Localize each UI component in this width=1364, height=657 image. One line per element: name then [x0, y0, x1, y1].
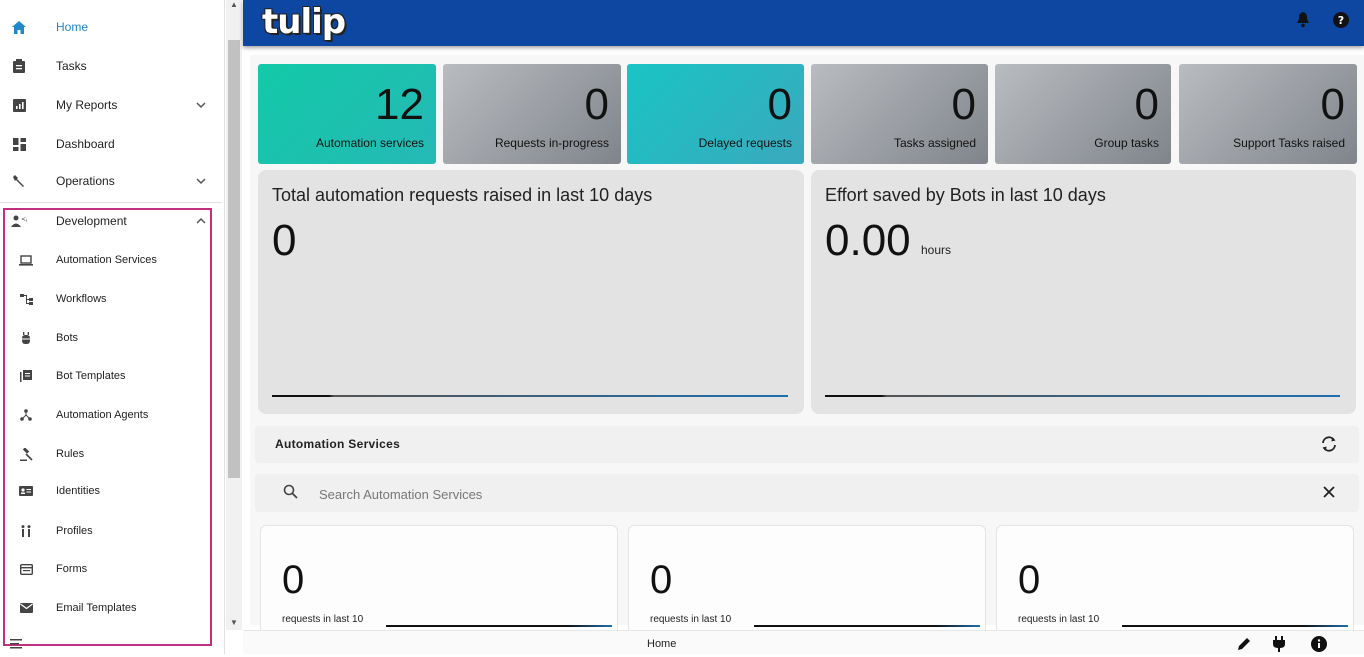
stat-label: Requests in-progress — [494, 136, 609, 150]
sidebar: Home Tasks My Reports Dashboard Operatio… — [0, 0, 225, 654]
dashboard-icon — [10, 135, 28, 153]
development-section-highlight — [3, 208, 212, 646]
service-card-sparkline — [754, 625, 980, 627]
stat-label: Delayed requests — [698, 136, 792, 150]
top-app-bar: ? — [243, 0, 1364, 46]
stat-card-automation-services[interactable]: 12 Automation services — [258, 64, 436, 164]
stat-value: 0 — [767, 80, 792, 129]
panel-value: 0 — [272, 216, 297, 265]
service-card[interactable]: 0 requests in last 10 — [996, 525, 1354, 635]
stat-label: Support Tasks raised — [1233, 136, 1345, 150]
sidebar-item-label: Home — [56, 20, 89, 34]
sidebar-item-label: My Reports — [56, 98, 118, 112]
stat-label: Automation services — [315, 136, 424, 150]
bell-icon[interactable] — [1296, 12, 1314, 30]
scroll-down-arrow-icon[interactable]: ▼ — [229, 618, 239, 628]
stat-card-tasks-assigned[interactable]: 0 Tasks assigned — [811, 64, 988, 164]
stat-value: 0 — [1320, 80, 1345, 129]
close-icon[interactable] — [1322, 485, 1336, 504]
footer-page-label: Home — [647, 638, 677, 650]
scroll-up-arrow-icon[interactable]: ▲ — [229, 0, 239, 10]
clipboard-icon — [10, 57, 28, 75]
sidebar-item-dashboard[interactable]: Dashboard — [0, 126, 222, 162]
sidebar-item-my-reports[interactable]: My Reports — [0, 87, 222, 123]
wrench-icon — [10, 172, 28, 190]
chevron-down-icon[interactable] — [194, 174, 208, 188]
service-card-value: 0 — [1018, 558, 1041, 602]
service-card[interactable]: 0 requests in last 10 — [628, 525, 986, 635]
automation-services-search — [255, 474, 1359, 512]
sidebar-item-operations[interactable]: Operations — [0, 163, 222, 199]
menu-list-icon[interactable] — [10, 636, 24, 654]
pencil-icon[interactable] — [1236, 636, 1252, 652]
service-card-caption: requests in last 10 — [282, 614, 364, 625]
stat-card-group-tasks[interactable]: 0 Group tasks — [995, 64, 1171, 164]
service-card-sparkline — [1122, 625, 1348, 627]
stat-value: 0 — [584, 80, 609, 129]
stat-value: 0 — [951, 80, 976, 129]
service-card-value: 0 — [650, 558, 673, 602]
report-icon — [10, 96, 28, 114]
search-icon — [283, 484, 299, 505]
refresh-icon[interactable] — [1320, 436, 1338, 457]
section-title: Automation Services — [275, 437, 401, 451]
sidebar-item-home[interactable]: Home — [0, 9, 222, 45]
panel-title: Total automation requests raised in last… — [272, 185, 653, 205]
help-icon[interactable]: ? — [1333, 12, 1351, 30]
stat-card-support-tasks-raised[interactable]: 0 Support Tasks raised — [1179, 64, 1357, 164]
search-input[interactable] — [319, 484, 1019, 504]
footer-bar: Home — [243, 630, 1364, 654]
service-card-caption: requests in last 10 — [650, 614, 732, 625]
service-card-caption: requests in last 10 — [1018, 614, 1100, 625]
plug-icon[interactable] — [1272, 636, 1288, 652]
sidebar-scrollbar-thumb[interactable] — [228, 40, 240, 478]
sidebar-item-label: Dashboard — [56, 137, 115, 151]
chevron-down-icon[interactable] — [194, 98, 208, 112]
stat-label: Tasks assigned — [893, 136, 976, 150]
sidebar-item-tasks[interactable]: Tasks — [0, 48, 222, 84]
stat-card-requests-in-progress[interactable]: 0 Requests in-progress — [443, 64, 621, 164]
service-card-sparkline — [386, 625, 612, 627]
info-icon[interactable] — [1311, 636, 1327, 652]
requests-sparkline — [272, 395, 788, 397]
requests-panel: Total automation requests raised in last… — [258, 170, 804, 414]
effort-sparkline — [825, 395, 1340, 397]
stat-value: 12 — [375, 80, 424, 129]
effort-panel: Effort saved by Bots in last 10 days 0.0… — [811, 170, 1356, 414]
panel-value: 0.00 — [825, 216, 911, 265]
sidebar-item-label: Tasks — [56, 59, 87, 73]
svg-text:?: ? — [1338, 14, 1344, 27]
app-logo[interactable]: tulip — [262, 2, 346, 42]
stat-value: 0 — [1134, 80, 1159, 129]
sidebar-item-label: Operations — [56, 174, 115, 188]
automation-services-header: Automation Services — [255, 426, 1359, 463]
stat-label: Group tasks — [1094, 136, 1159, 150]
stat-card-delayed-requests[interactable]: 0 Delayed requests — [627, 64, 804, 164]
service-card[interactable]: 0 requests in last 10 — [260, 525, 618, 635]
home-icon — [10, 18, 28, 36]
service-card-value: 0 — [282, 558, 305, 602]
panel-title: Effort saved by Bots in last 10 days — [825, 185, 1106, 205]
panel-unit: hours — [921, 243, 952, 257]
